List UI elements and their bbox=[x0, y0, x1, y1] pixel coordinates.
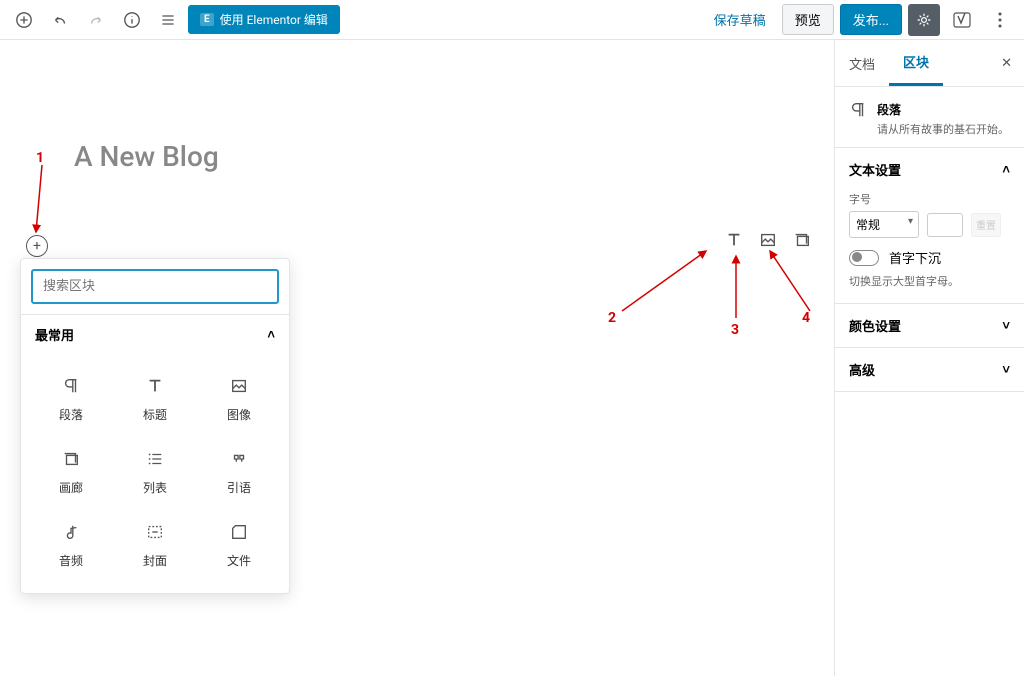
add-block-toolbar-button[interactable] bbox=[8, 4, 40, 36]
paragraph-icon bbox=[59, 374, 83, 398]
list-icon bbox=[143, 447, 167, 471]
annotation-arrow-1 bbox=[30, 160, 50, 240]
chevron-up-icon: ˄ bbox=[267, 327, 275, 343]
block-file[interactable]: 文件 bbox=[197, 506, 281, 579]
dropcap-hint: 切换显示大型首字母。 bbox=[849, 273, 1010, 289]
shortcut-gallery[interactable] bbox=[792, 230, 812, 250]
block-cover[interactable]: 封面 bbox=[113, 506, 197, 579]
block-image[interactable]: 图像 bbox=[197, 360, 281, 433]
block-info-desc: 请从所有故事的基石开始。 bbox=[877, 121, 1009, 137]
post-title[interactable]: A New Blog bbox=[74, 140, 774, 173]
annotation-arrow-2 bbox=[618, 245, 713, 315]
block-section-common[interactable]: 最常用 ˄ bbox=[21, 314, 289, 354]
block-paragraph[interactable]: 段落 bbox=[29, 360, 113, 433]
annotation-arrow-4 bbox=[766, 245, 816, 315]
publish-button[interactable]: 发布... bbox=[840, 4, 902, 35]
add-block-inline-button[interactable]: + bbox=[26, 235, 48, 257]
block-quote[interactable]: 引语 bbox=[197, 433, 281, 506]
chevron-down-icon: ˅ bbox=[1002, 318, 1010, 334]
dropcap-label: 首字下沉 bbox=[889, 248, 941, 267]
image-icon bbox=[227, 374, 251, 398]
top-toolbar: E 使用 Elementor 编辑 保存草稿 预览 发布... bbox=[0, 0, 1024, 40]
shortcut-heading[interactable] bbox=[724, 230, 744, 250]
settings-sidebar: 文档 区块 ✕ 段落 请从所有故事的基石开始。 文本设置 ˄ 字号 常规 重置 bbox=[834, 40, 1024, 676]
section-text-header[interactable]: 文本设置 ˄ bbox=[835, 148, 1024, 191]
font-size-label: 字号 bbox=[849, 191, 1010, 207]
heading-icon bbox=[143, 374, 167, 398]
font-size-reset-button[interactable]: 重置 bbox=[971, 213, 1001, 237]
elementor-badge: E bbox=[200, 13, 214, 26]
block-search-input[interactable] bbox=[31, 269, 279, 304]
annotation-3: 3 bbox=[731, 322, 739, 338]
preview-button[interactable]: 预览 bbox=[782, 4, 834, 35]
block-list[interactable]: 列表 bbox=[113, 433, 197, 506]
block-info-title: 段落 bbox=[877, 101, 1009, 118]
toolbar-right: 保存草稿 预览 发布... bbox=[704, 4, 1016, 36]
file-icon bbox=[227, 520, 251, 544]
paragraph-icon bbox=[849, 101, 867, 137]
quote-icon bbox=[227, 447, 251, 471]
block-grid: 段落 标题 图像 画廊 列表 引语 音频 封面 文件 bbox=[21, 354, 289, 593]
block-audio[interactable]: 音频 bbox=[29, 506, 113, 579]
font-size-custom-input[interactable] bbox=[927, 213, 963, 237]
editor-canvas: A New Blog + 最常用 ˄ 段落 标题 图像 画廊 列表 引语 音频 … bbox=[0, 40, 834, 676]
more-menu-button[interactable] bbox=[984, 4, 1016, 36]
annotation-4: 4 bbox=[802, 310, 810, 326]
section-text-settings: 文本设置 ˄ 字号 常规 重置 首字下沉 切换显示大型首字母。 bbox=[835, 148, 1024, 304]
section-color-header[interactable]: 颜色设置 ˅ bbox=[835, 304, 1024, 347]
section-advanced: 高级 ˅ bbox=[835, 348, 1024, 392]
tab-document[interactable]: 文档 bbox=[835, 42, 889, 85]
chevron-up-icon: ˄ bbox=[1002, 162, 1010, 178]
sidebar-close-button[interactable]: ✕ bbox=[989, 44, 1024, 83]
yoast-button[interactable] bbox=[946, 4, 978, 36]
block-inserter-panel: 最常用 ˄ 段落 标题 图像 画廊 列表 引语 音频 封面 文件 bbox=[20, 258, 290, 594]
info-button[interactable] bbox=[116, 4, 148, 36]
shortcut-image[interactable] bbox=[758, 230, 778, 250]
elementor-edit-button[interactable]: E 使用 Elementor 编辑 bbox=[188, 5, 340, 34]
elementor-label: 使用 Elementor 编辑 bbox=[220, 11, 328, 28]
audio-icon bbox=[59, 520, 83, 544]
block-gallery[interactable]: 画廊 bbox=[29, 433, 113, 506]
undo-button[interactable] bbox=[44, 4, 76, 36]
font-size-select[interactable]: 常规 bbox=[849, 211, 919, 238]
cover-icon bbox=[143, 520, 167, 544]
chevron-down-icon: ˅ bbox=[1002, 362, 1010, 378]
annotation-1: 1 bbox=[36, 150, 44, 166]
block-section-label: 最常用 bbox=[35, 325, 74, 344]
dropcap-toggle[interactable] bbox=[849, 250, 879, 266]
block-search-wrap bbox=[21, 259, 289, 314]
sidebar-block-info: 段落 请从所有故事的基石开始。 bbox=[835, 87, 1024, 148]
annotation-2: 2 bbox=[608, 310, 616, 326]
save-draft-button[interactable]: 保存草稿 bbox=[704, 4, 776, 35]
section-color-settings: 颜色设置 ˅ bbox=[835, 304, 1024, 348]
settings-button[interactable] bbox=[908, 4, 940, 36]
gallery-icon bbox=[59, 447, 83, 471]
toolbar-left: E 使用 Elementor 编辑 bbox=[8, 4, 340, 36]
section-advanced-header[interactable]: 高级 ˅ bbox=[835, 348, 1024, 391]
outline-button[interactable] bbox=[152, 4, 184, 36]
tab-block[interactable]: 区块 bbox=[889, 40, 943, 86]
block-heading[interactable]: 标题 bbox=[113, 360, 197, 433]
sidebar-tabs: 文档 区块 ✕ bbox=[835, 40, 1024, 87]
redo-button[interactable] bbox=[80, 4, 112, 36]
annotation-arrow-3 bbox=[730, 252, 742, 322]
inline-block-shortcuts bbox=[724, 230, 812, 250]
